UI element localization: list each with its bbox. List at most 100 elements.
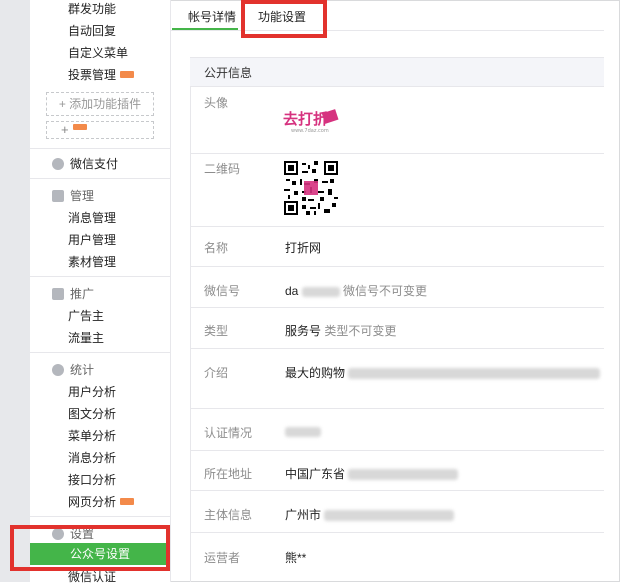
sidebar-item-label: 菜单分析	[68, 429, 117, 443]
sidebar-item-label: 群发功能	[68, 2, 117, 16]
address-row: 中国广东省	[285, 465, 459, 482]
sidebar-item-label: 流量主	[68, 331, 105, 345]
svg-text:www.7daz.com: www.7daz.com	[291, 128, 329, 134]
row-divider	[190, 226, 604, 227]
add-button[interactable]: +	[46, 121, 154, 139]
row-divider	[190, 490, 604, 491]
type-row: 服务号 类型不可变更	[285, 322, 396, 339]
section-stats: 统计	[52, 361, 94, 378]
row-divider	[190, 266, 604, 267]
divider	[30, 178, 170, 179]
section-title: 推广	[70, 287, 95, 301]
manage-icon	[52, 190, 64, 202]
row-divider	[190, 348, 604, 349]
public-info-panel	[190, 57, 605, 582]
redacted-block	[324, 510, 455, 522]
sidebar-item-api-analysis[interactable]: 接口分析	[68, 471, 116, 488]
sidebar-item-traffic-owner[interactable]: 流量主	[68, 329, 104, 346]
sidebar-item-article-analysis[interactable]: 图文分析	[68, 405, 116, 422]
sidebar-item-label: 用户管理	[68, 233, 117, 247]
address-value: 中国广东省	[285, 467, 346, 481]
sidebar-item-menu-analysis[interactable]: 菜单分析	[68, 427, 116, 444]
sidebar-item-message-analysis[interactable]: 消息分析	[68, 449, 116, 466]
highlight-box	[241, 0, 327, 38]
sidebar-item-vote[interactable]: 投票管理	[68, 66, 135, 83]
verification-label: 认证情况	[204, 426, 253, 440]
sidebar-item-users[interactable]: 用户管理	[68, 231, 116, 248]
sidebar-item-label: 广告主	[68, 309, 105, 323]
wechat-id-note: 微信号不可变更	[343, 284, 428, 298]
sidebar-item-label: 网页分析	[68, 495, 117, 509]
sidebar-item-user-analysis[interactable]: 用户分析	[68, 383, 116, 400]
panel-header	[190, 57, 604, 87]
sidebar-item-mass-send[interactable]: 群发功能	[68, 0, 116, 17]
svg-text:去打折: 去打折	[283, 110, 328, 128]
row-divider	[190, 307, 604, 308]
type-value: 服务号	[285, 324, 322, 338]
sidebar-item-label: 接口分析	[68, 473, 117, 487]
chart-icon	[52, 364, 64, 376]
divider	[30, 352, 170, 353]
sidebar-item-wechat-pay[interactable]: 微信支付	[52, 155, 118, 172]
add-plugin-button[interactable]: + 添加功能插件	[46, 92, 154, 116]
highlight-box	[10, 525, 170, 571]
sidebar-item-webpage-analysis[interactable]: 网页分析	[68, 493, 135, 510]
sidebar-item-label: 消息分析	[68, 451, 117, 465]
wallet-icon	[52, 158, 64, 170]
avatar-logo: 去打折 www.7daz.com	[283, 108, 341, 134]
qr-code-image	[284, 161, 338, 215]
tab-account-details[interactable]: 帐号详情	[188, 8, 236, 25]
left-gutter	[0, 0, 30, 582]
wechat-id-label: 微信号	[204, 284, 241, 298]
sidebar-item-messages[interactable]: 消息管理	[68, 209, 116, 226]
divider	[30, 516, 170, 517]
new-badge	[73, 124, 87, 130]
new-badge	[120, 71, 135, 79]
name-value: 打折网	[285, 241, 322, 255]
plus-icon: +	[61, 122, 69, 137]
verification-value	[285, 424, 321, 438]
sidebar-item-label: 自定义菜单	[68, 46, 129, 60]
redacted-block	[348, 368, 601, 380]
tabs-divider	[170, 30, 604, 31]
divider	[30, 276, 170, 277]
entity-value: 广州市	[285, 508, 322, 522]
section-title: 统计	[70, 363, 95, 377]
address-label: 所在地址	[204, 467, 253, 481]
row-divider	[190, 532, 604, 533]
sidebar-item-label: 用户分析	[68, 385, 117, 399]
wechat-id-row: da 微信号不可变更	[285, 282, 427, 299]
row-divider	[190, 450, 604, 451]
intro-value: 最大的购物	[285, 366, 346, 380]
entity-label: 主体信息	[204, 508, 253, 522]
entity-row: 广州市	[285, 506, 455, 523]
sidebar-item-label: 微信支付	[70, 157, 119, 171]
row-divider	[190, 153, 604, 154]
intro-row: 最大的购物	[285, 364, 601, 381]
redacted-block	[285, 426, 321, 437]
new-badge	[120, 498, 135, 506]
type-note: 类型不可变更	[324, 324, 397, 338]
wechat-id-value: da	[285, 284, 299, 298]
avatar-label: 头像	[204, 96, 229, 110]
active-tab-indicator	[172, 28, 238, 30]
type-label: 类型	[204, 324, 229, 338]
sidebar-item-custom-menu[interactable]: 自定义菜单	[68, 44, 128, 61]
sidebar-item-label: 素材管理	[68, 255, 117, 269]
panel-title: 公开信息	[204, 66, 253, 80]
sidebar-item-label: 自动回复	[68, 24, 117, 38]
section-promote: 推广	[52, 285, 94, 302]
sidebar-item-advertiser[interactable]: 广告主	[68, 307, 104, 324]
sidebar-item-label: 投票管理	[68, 68, 117, 82]
sidebar-item-auto-reply[interactable]: 自动回复	[68, 22, 116, 39]
section-manage: 管理	[52, 187, 94, 204]
qr-label: 二维码	[204, 162, 241, 176]
redacted-block	[301, 286, 340, 297]
intro-label: 介绍	[204, 366, 229, 380]
redacted-block	[348, 469, 459, 481]
operator-value: 熊**	[285, 551, 307, 565]
sidebar-item-label: 图文分析	[68, 407, 117, 421]
megaphone-icon	[52, 288, 64, 300]
sidebar-item-materials[interactable]: 素材管理	[68, 253, 116, 270]
operator-label: 运营者	[204, 551, 241, 565]
